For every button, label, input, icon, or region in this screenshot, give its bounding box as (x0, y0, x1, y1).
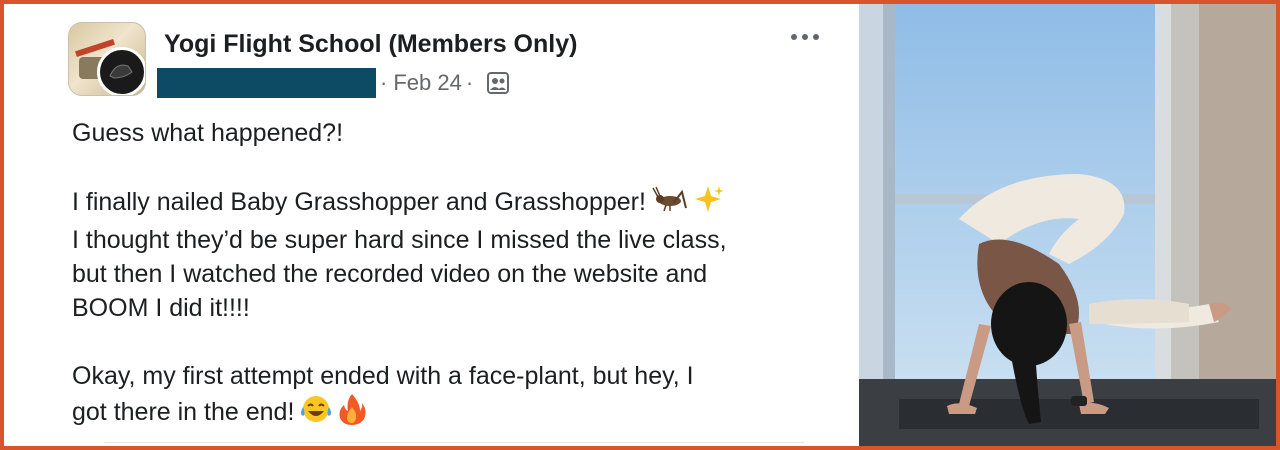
yoga-photo-illustration (859, 4, 1276, 446)
post-line: got there in the end! (72, 393, 852, 434)
group-post: Yogi Flight School (Members Only) · Feb … (4, 4, 859, 446)
post-date[interactable]: Feb 24 (393, 70, 462, 96)
divider (104, 442, 804, 443)
more-dot (802, 34, 808, 40)
post-photo[interactable] (859, 4, 1276, 446)
profile-badge (97, 47, 145, 95)
post-line-text: got there in the end! (72, 398, 295, 427)
post-line-text: I finally nailed Baby Grasshopper and Gr… (72, 188, 646, 217)
meta-separator-2: · (465, 70, 474, 95)
post-line: but then I watched the recorded video on… (72, 260, 708, 288)
more-dot (791, 34, 797, 40)
fire-emoji (338, 393, 366, 434)
post-line: I thought they’d be super hard since I m… (72, 226, 727, 254)
screenshot-frame: Yogi Flight School (Members Only) · Feb … (4, 4, 1276, 446)
sparkles-emoji (694, 184, 724, 223)
post-text: Guess what happened?! I finally nailed B… (72, 116, 852, 434)
more-options-icon[interactable] (791, 34, 819, 40)
redacted-author-name (157, 68, 376, 98)
cricket-emoji (652, 186, 688, 221)
more-dot (813, 34, 819, 40)
members-group-icon[interactable] (487, 72, 510, 94)
group-avatar[interactable] (68, 22, 146, 96)
post-line: Guess what happened?! (72, 119, 344, 147)
post-meta: · Feb 24 · (376, 68, 510, 98)
group-name-link[interactable]: Yogi Flight School (Members Only) (164, 30, 577, 59)
meta-separator: · (380, 70, 388, 95)
post-line: BOOM I did it!!!! (72, 294, 250, 322)
tears-of-joy-emoji (300, 394, 332, 433)
post-line: Okay, my first attempt ended with a face… (72, 362, 694, 390)
post-line: I finally nailed Baby Grasshopper and Gr… (72, 184, 852, 223)
